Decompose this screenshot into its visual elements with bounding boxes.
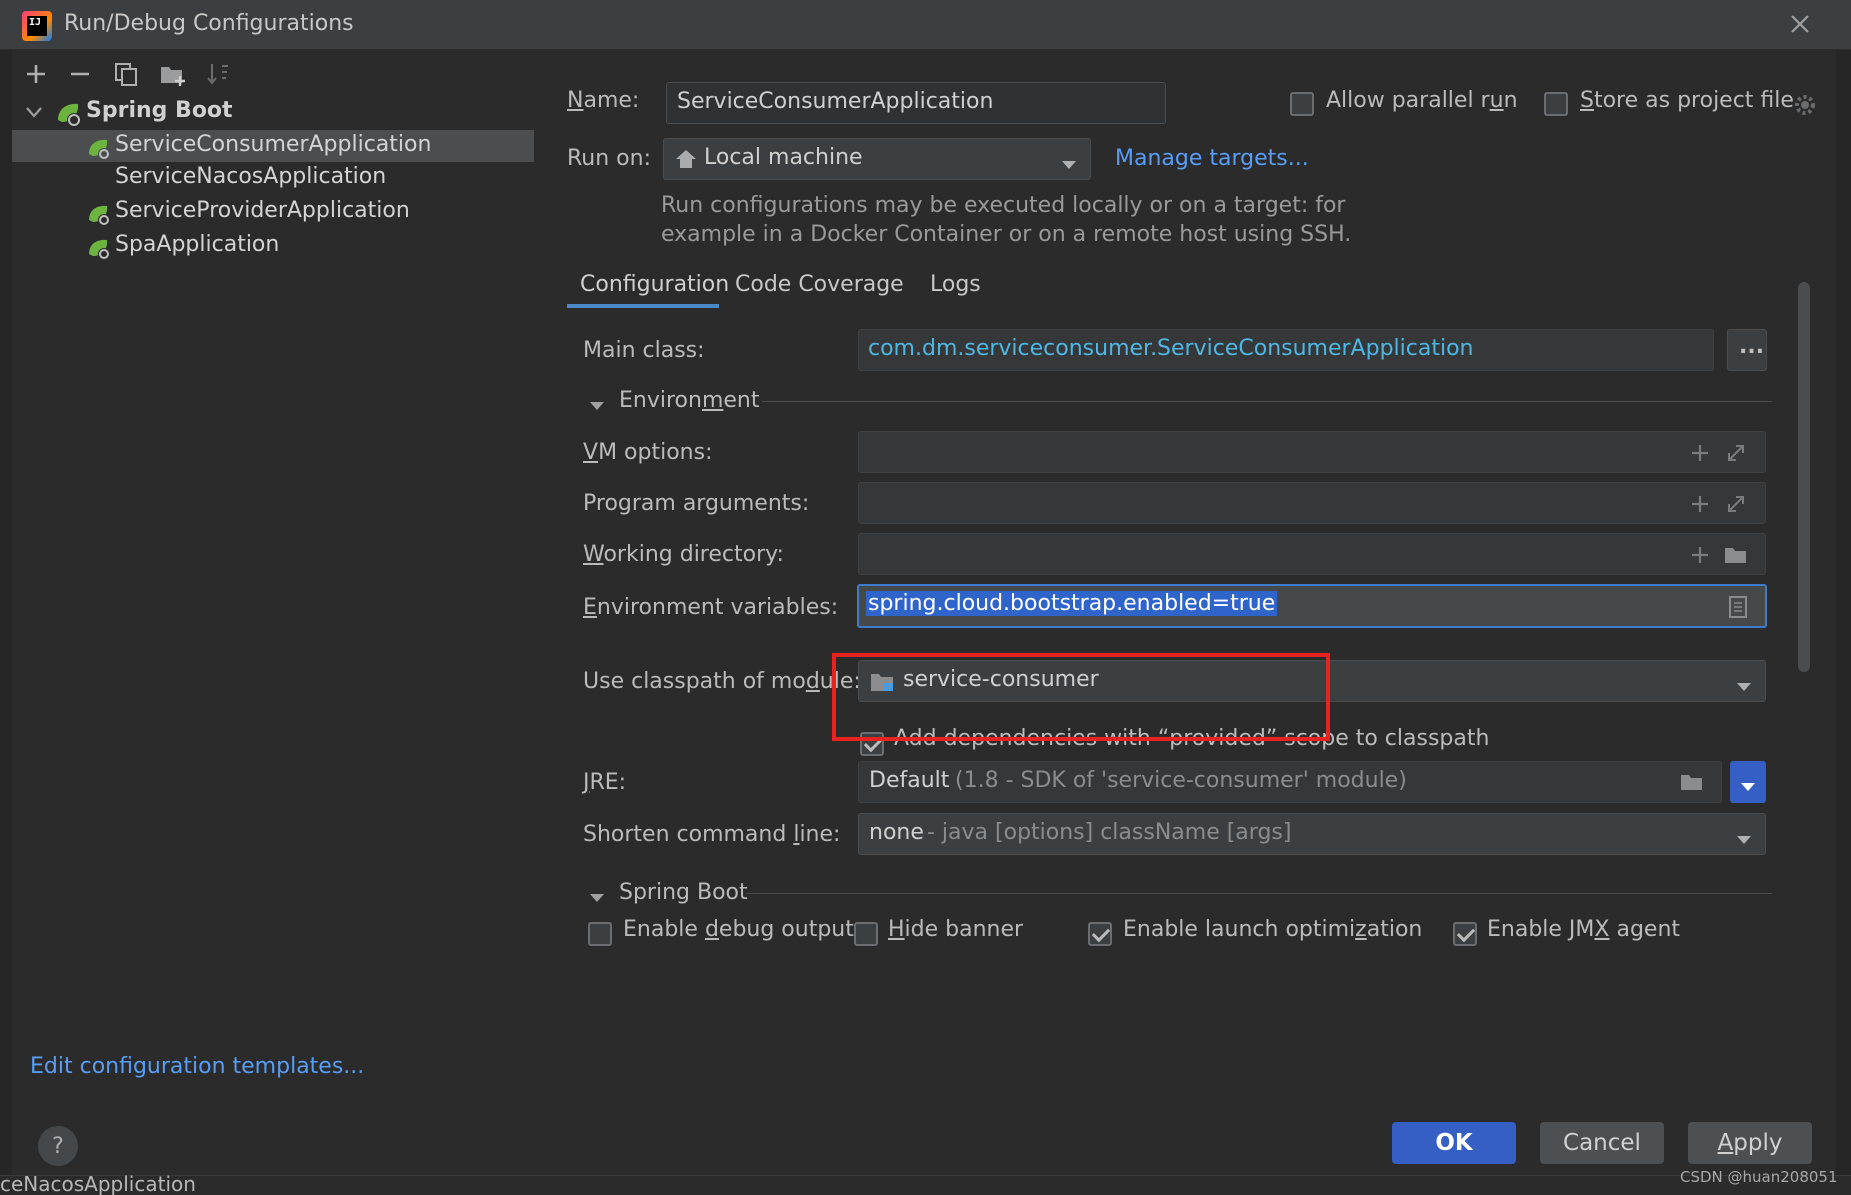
spring-boot-run-icon	[86, 236, 112, 262]
environment-collapse-icon[interactable]	[588, 394, 606, 410]
enable-launch-optimization-checkbox[interactable]	[1088, 922, 1112, 946]
red-annotation-box	[832, 653, 1330, 741]
spring-boot-section-title: Spring Boot	[619, 880, 748, 905]
tree-group-spring-boot[interactable]: Spring Boot	[20, 96, 520, 128]
environment-divider	[762, 401, 1772, 402]
run-on-hint-line2: example in a Docker Container or on a re…	[661, 222, 1352, 247]
name-label: Name:	[567, 88, 640, 113]
env-vars-input[interactable]: spring.cloud.bootstrap.enabled=true	[857, 584, 1767, 628]
expand-icon[interactable]	[1725, 442, 1747, 464]
jre-dropdown-button[interactable]	[1730, 761, 1766, 803]
document-icon[interactable]	[1727, 595, 1749, 619]
run-on-hint-line1: Run configurations may be executed local…	[661, 193, 1346, 218]
help-button[interactable]: ?	[38, 1126, 78, 1166]
working-dir-label: Working directory:	[583, 542, 784, 567]
tree-item-label: SpaApplication	[115, 232, 280, 257]
chevron-down-icon	[1060, 153, 1078, 169]
run-on-dropdown[interactable]: Local machine	[663, 138, 1091, 180]
tree-item-label: ServiceNacosApplication	[115, 164, 387, 189]
add-icon[interactable]	[22, 60, 50, 88]
environment-section-title: Environment	[619, 388, 760, 413]
watermark: CSDN @huan208051	[1680, 1168, 1838, 1186]
cancel-button[interactable]: Cancel	[1540, 1122, 1664, 1164]
spring-boot-run-icon	[86, 136, 112, 162]
working-dir-input[interactable]	[858, 533, 1766, 575]
add-icon[interactable]	[1689, 544, 1711, 566]
tree-item-label: ServiceConsumerApplication	[115, 132, 432, 157]
edit-templates-link[interactable]: Edit configuration templates...	[30, 1054, 364, 1079]
program-args-label: Program arguments:	[583, 491, 810, 516]
main-class-input[interactable]: com.dm.serviceconsumer.ServiceConsumerAp…	[858, 329, 1714, 371]
folder-add-icon[interactable]	[158, 60, 188, 88]
tree-item-serviceconsumerapplication[interactable]: ServiceConsumerApplication	[12, 130, 534, 162]
env-vars-value: spring.cloud.bootstrap.enabled=true	[866, 591, 1278, 616]
background-ide-bottom: ceNacosApplication	[0, 1172, 1851, 1195]
allow-parallel-label: Allow parallel run	[1326, 88, 1518, 113]
background-ide-right-sliver	[1836, 50, 1851, 1195]
manage-targets-link[interactable]: Manage targets...	[1115, 146, 1309, 171]
spring-boot-divider	[746, 893, 1772, 894]
tree-item-servicenacosapplication[interactable]: ServiceNacosApplication	[12, 162, 534, 194]
folder-icon[interactable]	[1679, 771, 1705, 793]
name-input[interactable]: ServiceConsumerApplication	[666, 82, 1166, 124]
classpath-module-label: Use classpath of module:	[583, 669, 861, 694]
gear-icon[interactable]	[1792, 92, 1818, 118]
intellij-app-icon: IJ	[22, 11, 52, 41]
chevron-down-icon	[1739, 775, 1757, 791]
background-ide-sliver	[0, 50, 12, 1195]
store-project-checkbox[interactable]	[1544, 92, 1568, 116]
copy-icon[interactable]	[112, 60, 140, 88]
remove-icon[interactable]	[66, 60, 94, 88]
add-icon[interactable]	[1689, 493, 1711, 515]
shorten-cmd-label: Shorten command line:	[583, 822, 841, 847]
tree-item-label: ServiceProviderApplication	[115, 198, 410, 223]
enable-debug-output-checkbox[interactable]	[588, 922, 612, 946]
tree-group-label: Spring Boot	[86, 98, 233, 123]
spring-boot-run-icon	[86, 202, 112, 228]
help-icon: ?	[52, 1133, 64, 1159]
vm-options-label: VM options:	[583, 440, 713, 465]
vm-options-input[interactable]	[858, 431, 1766, 473]
expand-icon[interactable]	[1725, 493, 1747, 515]
store-project-label: Store as project file	[1580, 88, 1794, 113]
hide-banner-label: Hide banner	[888, 917, 1024, 942]
close-icon[interactable]	[1784, 8, 1816, 40]
spring-boot-collapse-icon[interactable]	[588, 886, 606, 902]
jre-label: JRE:	[583, 770, 627, 795]
hide-banner-checkbox[interactable]	[854, 922, 878, 946]
program-args-input[interactable]	[858, 482, 1766, 524]
jre-input[interactable]: Default (1.8 - SDK of 'service-consumer'…	[858, 761, 1722, 803]
tree-item-spaapplication[interactable]: SpaApplication	[12, 230, 534, 262]
ok-button[interactable]: OK	[1392, 1122, 1516, 1164]
config-form-panel: Name: ServiceConsumerApplication Allow p…	[540, 50, 1851, 1195]
tab-configuration[interactable]: Configuration	[567, 266, 729, 308]
main-class-label: Main class:	[583, 338, 705, 363]
env-vars-label: Environment variables:	[583, 595, 839, 620]
add-icon[interactable]	[1689, 442, 1711, 464]
sort-icon[interactable]	[204, 60, 232, 88]
title-bar: IJ Run/Debug Configurations	[0, 0, 1851, 50]
apply-button[interactable]: Apply	[1688, 1122, 1812, 1164]
allow-parallel-checkbox[interactable]	[1290, 92, 1314, 116]
spring-boot-icon	[54, 100, 82, 128]
run-on-label: Run on:	[567, 146, 651, 171]
main-class-browse-button[interactable]: ...	[1727, 329, 1767, 371]
home-icon	[674, 147, 698, 171]
config-tree-panel: Spring Boot ServiceConsumerApplication S…	[0, 50, 540, 1195]
shorten-cmd-dropdown[interactable]: none - java [options] className [args]	[858, 813, 1766, 855]
enable-jmx-agent-checkbox[interactable]	[1453, 922, 1477, 946]
tree-item-serviceproviderapplication[interactable]: ServiceProviderApplication	[12, 196, 534, 228]
chevron-down-icon	[1735, 828, 1753, 844]
chevron-down-icon[interactable]	[24, 102, 44, 122]
enable-launch-optimization-label: Enable launch optimization	[1123, 917, 1423, 942]
enable-jmx-agent-label: Enable JMX agent	[1487, 917, 1681, 942]
chevron-down-icon	[1735, 675, 1753, 691]
window-title: Run/Debug Configurations	[64, 11, 354, 36]
folder-icon[interactable]	[1723, 544, 1749, 566]
enable-debug-output-label: Enable debug output	[623, 917, 854, 942]
form-scrollbar[interactable]	[1798, 282, 1810, 672]
